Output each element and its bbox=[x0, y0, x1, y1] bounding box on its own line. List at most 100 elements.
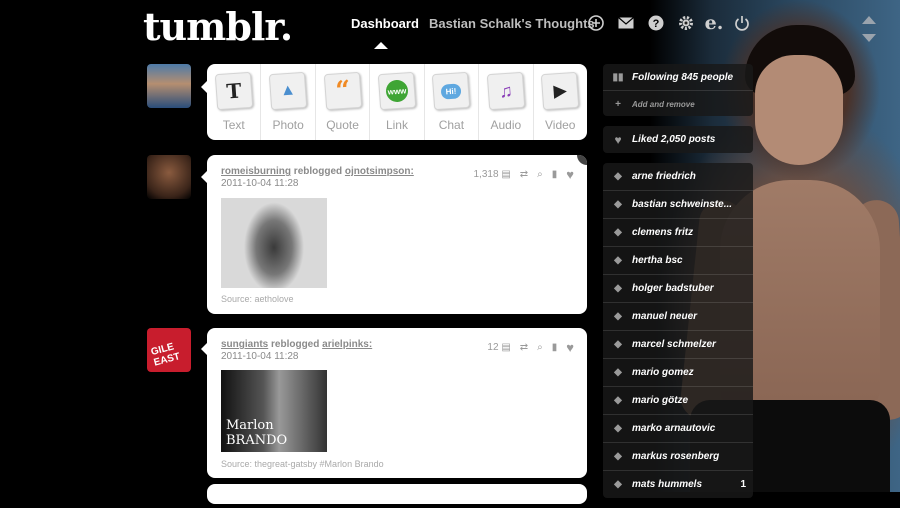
post-type-label: Photo bbox=[272, 118, 304, 132]
help-icon[interactable]: ? bbox=[647, 14, 665, 32]
notes-count[interactable]: 12 ▤ bbox=[487, 342, 510, 353]
tab-blog[interactable]: Bastian Schalk's Thoughts bbox=[429, 16, 595, 31]
tag-label: holger badstuber bbox=[632, 283, 714, 294]
post-type-label: Text bbox=[222, 118, 245, 132]
power-icon[interactable] bbox=[733, 14, 751, 32]
notes-count[interactable]: 1,318 ▤ bbox=[474, 169, 511, 180]
tag-item[interactable]: ◆ clemens fritz bbox=[603, 219, 753, 247]
video-icon: ▶ bbox=[541, 71, 580, 111]
tag-icon: ◆ bbox=[614, 199, 622, 210]
tag-label: marko arnautovic bbox=[632, 423, 716, 434]
post-meta: romeisburning reblogged ojnotsimpson: 20… bbox=[221, 166, 414, 190]
reblog-icon[interactable]: ⇄ bbox=[520, 169, 528, 180]
quote-icon: “ bbox=[323, 71, 362, 111]
notes-count-value: 1,318 bbox=[473, 169, 499, 180]
tag-label: mario götze bbox=[632, 395, 689, 406]
tag-label: markus rosenberg bbox=[632, 451, 720, 462]
scroll-up-icon[interactable] bbox=[862, 16, 876, 24]
avatar[interactable] bbox=[147, 64, 191, 108]
tag-label: arne friedrich bbox=[632, 171, 696, 182]
text-icon: T bbox=[214, 71, 253, 111]
post-author-link[interactable]: sungiants bbox=[221, 339, 268, 350]
tracked-tags-block: ◆ arne friedrich ◆ bastian schweinste... ◆… bbox=[603, 163, 753, 498]
tag-item[interactable]: ◆ mario gomez bbox=[603, 359, 753, 387]
tag-item[interactable]: ◆ marko arnautovic bbox=[603, 415, 753, 443]
tag-label: marcel schmelzer bbox=[632, 339, 716, 350]
tag-item[interactable]: ◆ manuel neuer bbox=[603, 303, 753, 331]
following-block: ▮▮ Following 845 people + Add and remove bbox=[603, 64, 753, 116]
post-type-label: Audio bbox=[490, 118, 522, 132]
post-type-link[interactable]: www Link bbox=[370, 64, 425, 140]
tag-item[interactable]: ◆ arne friedrich bbox=[603, 163, 753, 191]
tag-icon: ◆ bbox=[614, 339, 622, 350]
link-icon-glyph: www bbox=[385, 79, 409, 103]
add-remove-link[interactable]: + Add and remove bbox=[603, 91, 753, 117]
tumblr-logo[interactable]: tumblr. bbox=[143, 4, 293, 49]
tag-item[interactable]: ◆ markus rosenberg bbox=[603, 443, 753, 471]
tag-icon: ◆ bbox=[614, 367, 622, 378]
post-meta: sungiants reblogged arielpinks: 2011-10-… bbox=[221, 339, 372, 363]
tag-icon: ◆ bbox=[614, 227, 622, 238]
link-icon: www bbox=[377, 71, 417, 111]
search-icon[interactable]: ⌕ bbox=[537, 169, 543, 180]
tag-label: clemens fritz bbox=[632, 227, 694, 238]
post-action: reblogged bbox=[293, 166, 343, 177]
tag-icon: ◆ bbox=[614, 283, 622, 294]
tag-icon: ◆ bbox=[614, 423, 622, 434]
avatar-text: GILE EAST bbox=[149, 341, 182, 369]
post-author-link[interactable]: romeisburning bbox=[221, 166, 291, 177]
search-icon[interactable]: ⌕ bbox=[537, 342, 543, 353]
tag-item[interactable]: ◆ bastian schweinste... bbox=[603, 191, 753, 219]
gear-icon[interactable] bbox=[677, 14, 695, 32]
likes-block: ♥ Liked 2,050 posts bbox=[603, 126, 753, 153]
post-source[interactable]: Source: thegreat-gatsby #Marlon Brando bbox=[221, 459, 384, 469]
add-person-icon: + bbox=[615, 98, 621, 110]
bookmark-icon[interactable]: ▮ bbox=[552, 342, 558, 353]
edit-icon[interactable]: e. bbox=[705, 12, 724, 34]
scroll-arrows[interactable] bbox=[862, 16, 876, 42]
liked-posts-link[interactable]: ♥ Liked 2,050 posts bbox=[603, 126, 753, 153]
post-type-text[interactable]: T Text bbox=[207, 64, 262, 140]
post-type-video[interactable]: ▶ Video bbox=[534, 64, 587, 140]
tag-label: bastian schweinste... bbox=[632, 199, 733, 210]
tag-item[interactable]: ◆ mario götze bbox=[603, 387, 753, 415]
tag-label: mats hummels bbox=[632, 479, 703, 490]
post-type-chat[interactable]: Hi! Chat bbox=[425, 64, 480, 140]
post-type-photo[interactable]: ▲ Photo bbox=[261, 64, 316, 140]
post-type-audio[interactable]: ♫ Audio bbox=[479, 64, 534, 140]
tag-item[interactable]: ◆ marcel schmelzer bbox=[603, 331, 753, 359]
post-type-composer: T Text ▲ Photo “ Quote www Link Hi! Chat… bbox=[207, 64, 587, 140]
avatar[interactable] bbox=[147, 155, 191, 199]
mail-icon[interactable] bbox=[617, 14, 635, 32]
like-heart-icon[interactable]: ♥ bbox=[566, 340, 574, 355]
tag-icon: ◆ bbox=[614, 395, 622, 406]
post-source[interactable]: Source: aetholove bbox=[221, 294, 294, 304]
dashboard-sidebar: ▮▮ Following 845 people + Add and remove… bbox=[603, 64, 753, 508]
post-type-quote[interactable]: “ Quote bbox=[316, 64, 371, 140]
post-photo[interactable] bbox=[221, 198, 327, 288]
chat-icon: Hi! bbox=[432, 71, 471, 111]
scroll-down-icon[interactable] bbox=[862, 34, 876, 42]
like-heart-icon[interactable]: ♥ bbox=[566, 167, 574, 182]
avatar[interactable]: GILE EAST bbox=[147, 328, 191, 372]
post-source-user-link[interactable]: ojnotsimpson: bbox=[345, 166, 414, 177]
tab-dashboard[interactable]: Dashboard bbox=[351, 16, 419, 31]
tag-icon: ◆ bbox=[614, 311, 622, 322]
post-action: reblogged bbox=[271, 339, 320, 350]
photo-caption: Marlon BRANDO bbox=[226, 418, 288, 448]
post-type-label: Link bbox=[385, 118, 408, 132]
reblog-icon[interactable]: ⇄ bbox=[520, 342, 528, 353]
following-link[interactable]: ▮▮ Following 845 people bbox=[603, 64, 753, 91]
post-type-label: Chat bbox=[438, 118, 465, 132]
tag-icon: ◆ bbox=[614, 479, 622, 490]
tag-count: 1 bbox=[740, 479, 746, 490]
tag-item[interactable]: ◆ hertha bsc bbox=[603, 247, 753, 275]
background-figure-face bbox=[755, 55, 843, 165]
tag-item[interactable]: ◆ holger badstuber bbox=[603, 275, 753, 303]
tag-item[interactable]: ◆ mats hummels 1 bbox=[603, 471, 753, 498]
post-source-user-link[interactable]: arielpinks: bbox=[322, 339, 372, 350]
post-photo[interactable]: Marlon BRANDO bbox=[221, 370, 327, 452]
post-type-label: Video bbox=[545, 118, 576, 132]
plus-icon[interactable] bbox=[587, 14, 605, 32]
bookmark-icon[interactable]: ▮ bbox=[552, 169, 558, 180]
